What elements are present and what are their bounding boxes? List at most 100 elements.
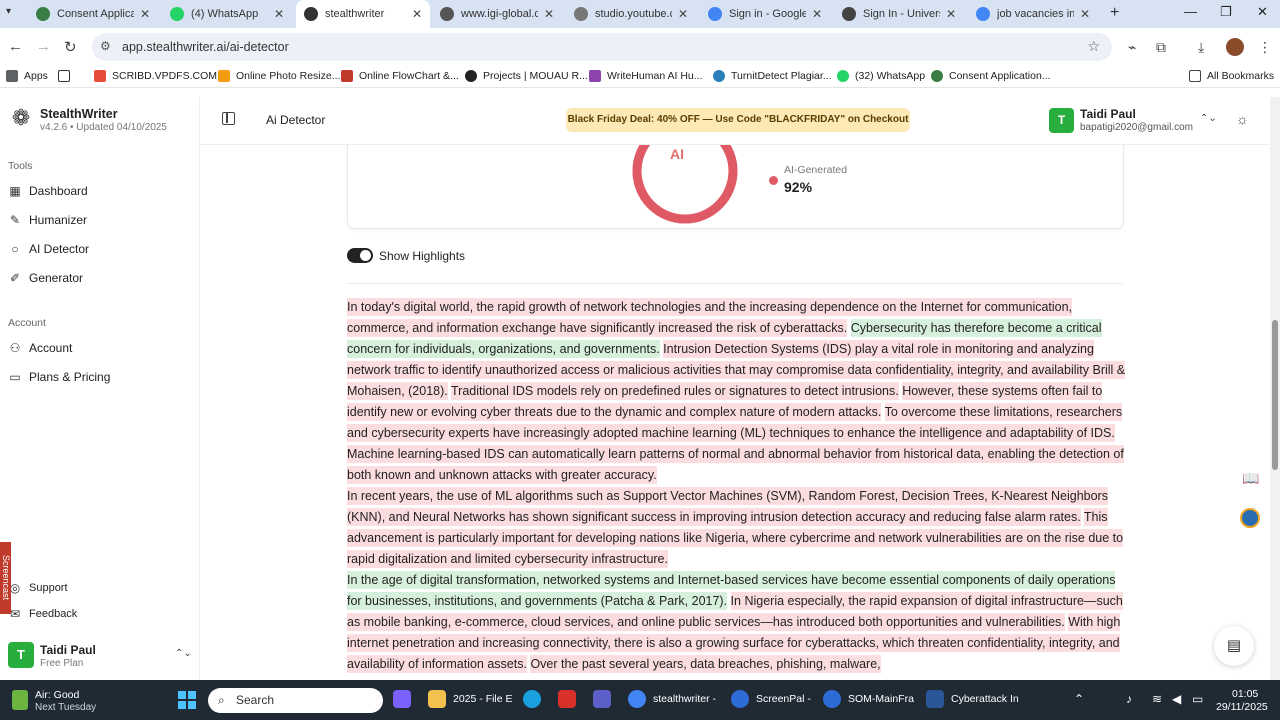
back-icon[interactable]: ← (8, 38, 23, 55)
taskbar-app-edge[interactable] (523, 690, 548, 708)
new-tab-icon[interactable]: + (1110, 4, 1119, 22)
microphone-icon[interactable]: ♪ (1126, 692, 1132, 706)
avatar[interactable]: T (8, 642, 34, 668)
bookmark-star-icon[interactable]: ☆ (1087, 38, 1100, 55)
reader-book-icon[interactable]: 📖 (1242, 470, 1259, 487)
bookmark-item[interactable]: Online Photo Resize... (218, 70, 340, 82)
show-highlights-toggle[interactable] (347, 248, 373, 263)
bookmark-item[interactable]: SCRIBD.VPDFS.COM... (94, 70, 226, 82)
kebab-menu-icon[interactable]: ⋮ (1258, 39, 1272, 56)
taskbar-app-pdf[interactable] (558, 690, 583, 708)
browser-tab-active[interactable]: stealthwriter ✕ (296, 0, 430, 28)
browser-tab[interactable]: studio.youtube.co ✕ (566, 2, 696, 26)
windows-start-icon[interactable] (178, 691, 196, 709)
ai-generated-percentage: 92% (784, 179, 813, 195)
all-bookmarks[interactable]: All Bookmarks (1189, 70, 1274, 82)
close-icon[interactable]: ✕ (812, 7, 822, 21)
tray-chevron-icon[interactable]: ⌃ (1074, 692, 1084, 706)
windows-taskbar: Air: Good Next Tuesday ⌕ Search 2025 - Fi… (0, 680, 1280, 720)
forward-icon[interactable]: → (36, 38, 51, 55)
analyzed-text: In today's digital world, the rapid grow… (347, 297, 1127, 675)
close-icon[interactable]: ✕ (678, 7, 688, 21)
chat-support-icon[interactable]: ▤ (1214, 626, 1254, 666)
tab-favicon-icon (304, 7, 318, 21)
taskbar-search[interactable]: ⌕ Search (208, 688, 383, 713)
browser-tab[interactable]: (4) WhatsApp ✕ (162, 2, 292, 26)
close-icon[interactable]: ✕ (274, 7, 284, 21)
taskbar-app-explorer[interactable]: 2025 - File E (428, 690, 513, 708)
close-icon[interactable]: ✕ (412, 7, 422, 21)
browser-tab[interactable]: job vacancies in n ✕ (968, 2, 1098, 26)
browser-tab[interactable]: www.igi-global.co ✕ (432, 2, 562, 26)
avatar[interactable]: T (1049, 108, 1074, 133)
folder-icon (428, 690, 446, 708)
highlight-sentence-red[interactable]: Machine learning-based IDS can automatic… (347, 445, 1124, 484)
close-icon[interactable]: ✕ (140, 7, 150, 21)
scrollbar-thumb[interactable] (1272, 320, 1278, 470)
battery-icon[interactable]: ▭ (1192, 692, 1203, 706)
sidebar-item-generator[interactable]: ✐ Generator (8, 271, 83, 285)
taskbar-app-copilot[interactable] (393, 690, 418, 708)
weather-subtext[interactable]: Next Tuesday (35, 702, 96, 713)
tab-search-icon[interactable]: ▾ (6, 6, 18, 20)
sidebar-toggle-icon[interactable] (222, 112, 235, 125)
extension-icon[interactable]: ⌁ (1128, 39, 1136, 56)
url-text[interactable]: app.stealthwriter.ai/ai-detector (122, 40, 289, 54)
promo-banner[interactable]: Black Friday Deal: 40% OFF — Use Code "B… (566, 108, 910, 132)
site-info-icon[interactable]: ⚙ (100, 39, 111, 53)
reload-icon[interactable]: ↻ (64, 38, 77, 56)
puzzle-icon[interactable]: ⧉ (1156, 39, 1166, 56)
download-icon[interactable]: ⤓ (1198, 39, 1204, 56)
theme-toggle-sun-icon[interactable]: ☼ (1236, 111, 1249, 127)
bookmark-favicon-icon (931, 70, 943, 82)
bookmark-item[interactable]: Projects | MOUAU R... (465, 70, 588, 82)
taskbar-app-screenpal[interactable]: ScreenPal - (731, 690, 811, 708)
highlight-sentence-red[interactable]: In recent years, the use of ML algorithm… (347, 487, 1108, 526)
taskbar-app-chrome[interactable]: stealthwriter - (628, 690, 716, 708)
sidebar-item-feedback[interactable]: ✉ Feedback (8, 607, 77, 621)
translate-globe-icon[interactable] (1240, 508, 1260, 528)
close-icon[interactable]: ✕ (1080, 7, 1090, 21)
browser-tab[interactable]: Consent Applicati ✕ (28, 2, 158, 26)
minimize-icon[interactable]: — (1184, 4, 1197, 19)
close-icon[interactable]: ✕ (544, 7, 554, 21)
taskbar-app-teams[interactable] (593, 690, 618, 708)
bookmark-item[interactable]: WriteHuman AI Hu... (589, 70, 703, 82)
browser-tab[interactable]: Sign In - Universit ✕ (834, 2, 964, 26)
restore-icon[interactable]: ❐ (1220, 4, 1232, 20)
address-bar[interactable]: ⚙ app.stealthwriter.ai/ai-detector ☆ (92, 33, 1112, 61)
highlight-sentence-red[interactable]: Over the past several years, data breach… (530, 655, 881, 673)
taskbar-app-som[interactable]: SOM-MainFra (823, 690, 914, 708)
header-user-email[interactable]: bapatigi2020@gmail.com (1080, 122, 1193, 133)
sidebar-item-dashboard[interactable]: ▦ Dashboard (8, 184, 87, 198)
browser-tab[interactable]: Sign in - Google A ✕ (700, 2, 830, 26)
sidebar-item-plans[interactable]: ▭ Plans & Pricing (8, 370, 110, 384)
bookmark-item[interactable] (58, 70, 76, 82)
bookmark-favicon-icon (837, 70, 849, 82)
wifi-icon[interactable]: ≋ (1152, 692, 1162, 706)
profile-avatar[interactable] (1226, 38, 1244, 56)
highlight-sentence-red[interactable]: Traditional IDS models rely on predefine… (451, 382, 899, 400)
bookmark-item[interactable]: TurnitDetect Plagiar... (713, 70, 832, 82)
bookmark-item[interactable]: Online FlowChart &... (341, 70, 459, 82)
sidebar-item-account[interactable]: ⚇ Account (8, 341, 73, 355)
volume-icon[interactable]: ◀ (1172, 692, 1181, 706)
sidebar-item-humanizer[interactable]: ✎ Humanizer (8, 213, 87, 227)
weather-text[interactable]: Air: Good (35, 689, 79, 701)
chevron-updown-icon[interactable]: ⌃⌄ (175, 648, 192, 659)
bookmark-apps[interactable]: Apps (6, 70, 48, 82)
clock-date[interactable]: 29/11/2025 (1216, 701, 1268, 713)
sidebar-item-ai-detector[interactable]: ○ AI Detector (8, 242, 89, 256)
sidebar-item-support[interactable]: ◎ Support (8, 581, 68, 595)
window-close-icon[interactable]: ✕ (1257, 4, 1268, 20)
chevron-updown-icon[interactable]: ⌃⌄ (1200, 113, 1217, 124)
clock-time[interactable]: 01:05 (1232, 688, 1258, 700)
weather-icon[interactable] (12, 690, 28, 710)
header-user-name[interactable]: Taidi Paul (1080, 107, 1136, 121)
taskbar-app-word[interactable]: Cyberattack In (926, 690, 1019, 708)
close-icon[interactable]: ✕ (946, 7, 956, 21)
bookmark-item[interactable]: Consent Application... (931, 70, 1051, 82)
screen-recorder-widget[interactable]: Screencast (0, 542, 11, 614)
tab-favicon-icon (842, 7, 856, 21)
bookmark-item[interactable]: (32) WhatsApp (837, 70, 925, 82)
